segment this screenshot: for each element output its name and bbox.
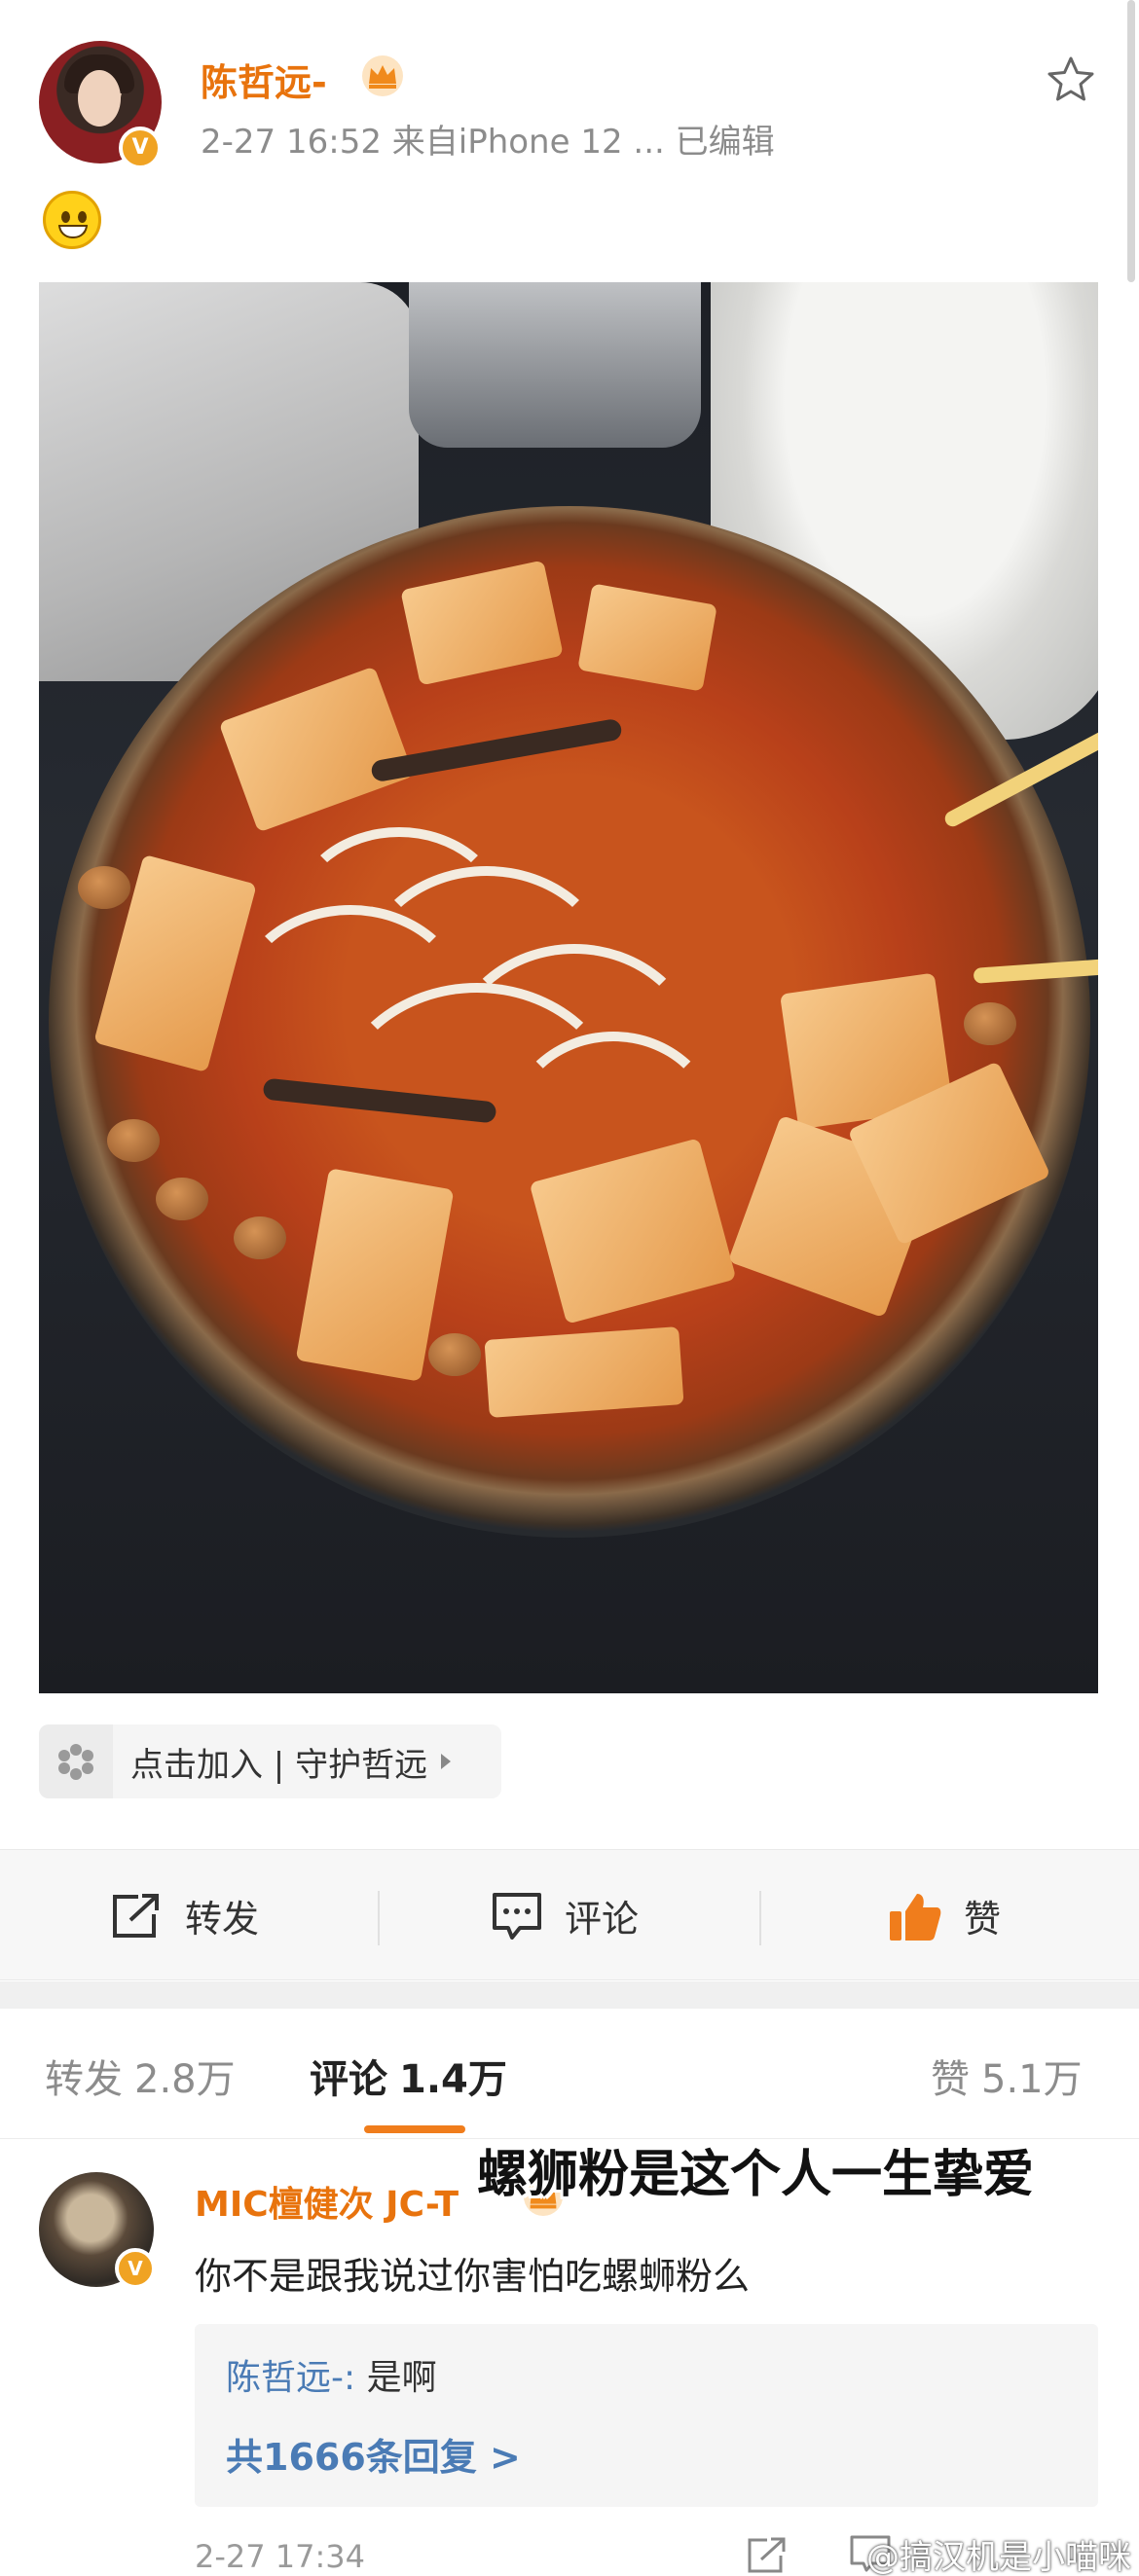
avatar-face [78, 70, 121, 127]
crown-icon [362, 55, 403, 96]
emoji-eye [61, 211, 70, 223]
flower-icon [58, 1744, 93, 1780]
guard-icon-box [39, 1724, 113, 1798]
comment-time: 2-27 17:34 [195, 2538, 366, 2575]
tab-comment[interactable]: 评论 1.4万 [310, 2048, 507, 2104]
tab-repost-count: 2.8万 [134, 2057, 236, 2102]
stats-tabs: 转发 2.8万 评论 1.4万 赞 5.1万 [0, 2009, 1139, 2139]
section-gap [0, 1981, 1139, 2009]
photo-peanut [78, 866, 130, 909]
tab-comment-label: 评论 [310, 2057, 387, 2102]
tab-like[interactable]: 赞 5.1万 [931, 2048, 1083, 2104]
reply-line: 陈哲远-: 是啊 [226, 2349, 437, 2400]
comment-label: 评论 [565, 1898, 640, 1941]
star-outline-icon[interactable] [1044, 53, 1098, 107]
tab-like-count: 5.1万 [981, 2057, 1083, 2102]
photo-tray [409, 282, 701, 448]
verified-badge-icon: V [119, 127, 162, 169]
tab-like-label: 赞 [931, 2057, 970, 2102]
commenter-name[interactable]: MIC檀健次 JC-T [195, 2176, 459, 2227]
guard-join-button[interactable]: 点击加入 | 守护哲远 [39, 1724, 501, 1798]
photo-peanut [234, 1216, 286, 1259]
tab-repost[interactable]: 转发 2.8万 [45, 2048, 236, 2104]
photo-tofu [484, 1326, 684, 1418]
repost-label: 转发 [185, 1898, 260, 1941]
emoji-mouth [58, 225, 88, 238]
divider [378, 1891, 380, 1945]
reply-text: 是啊 [355, 2358, 437, 2398]
post-photo[interactable] [39, 282, 1098, 1693]
tab-repost-label: 转发 [45, 2057, 123, 2102]
photo-peanut [107, 1119, 160, 1162]
thumbs-up-icon [890, 1893, 941, 1941]
post-meta: 2-27 16:52 来自iPhone 12 ... 已编辑 [201, 123, 775, 162]
view-replies-link[interactable]: 共1666条回复 > [226, 2427, 521, 2481]
watermark: @搞汉机是小喵咪 [866, 2538, 1131, 2576]
repost-button[interactable]: 转发 [109, 1850, 259, 1981]
like-label: 赞 [964, 1898, 1002, 1941]
reply-author[interactable]: 陈哲远-: [226, 2358, 355, 2398]
scrollbar[interactable] [1127, 0, 1135, 282]
action-bar: 转发 评论 赞 [0, 1849, 1139, 1980]
verified-badge-icon: V [115, 2248, 156, 2289]
photo-peanut [156, 1178, 208, 1220]
comment-button[interactable]: 评论 [491, 1850, 639, 1981]
author-name[interactable]: 陈哲远- [201, 53, 327, 106]
photo-peanut [964, 1002, 1016, 1045]
share-icon[interactable] [746, 2536, 789, 2575]
guard-label: 点击加入 | 守护哲远 [130, 1745, 428, 1785]
comment-icon [493, 1892, 541, 1940]
reply-box[interactable]: 陈哲远-: 是啊 共1666条回复 > [195, 2324, 1098, 2507]
photo-peanut [428, 1333, 481, 1376]
divider [759, 1891, 761, 1945]
chevron-right-icon [441, 1754, 452, 1769]
comment-text: 你不是跟我说过你害怕吃螺蛳粉么 [195, 2255, 751, 2298]
tab-comment-count: 1.4万 [399, 2057, 507, 2102]
like-button[interactable]: 赞 [888, 1850, 1001, 1981]
overlay-caption: 螺狮粉是这个人一生挚爱 [477, 2146, 1035, 2204]
repost-icon [113, 1893, 159, 1938]
emoji-eye [78, 211, 87, 223]
active-tab-indicator [364, 2125, 465, 2133]
grin-emoji-icon [43, 191, 101, 249]
